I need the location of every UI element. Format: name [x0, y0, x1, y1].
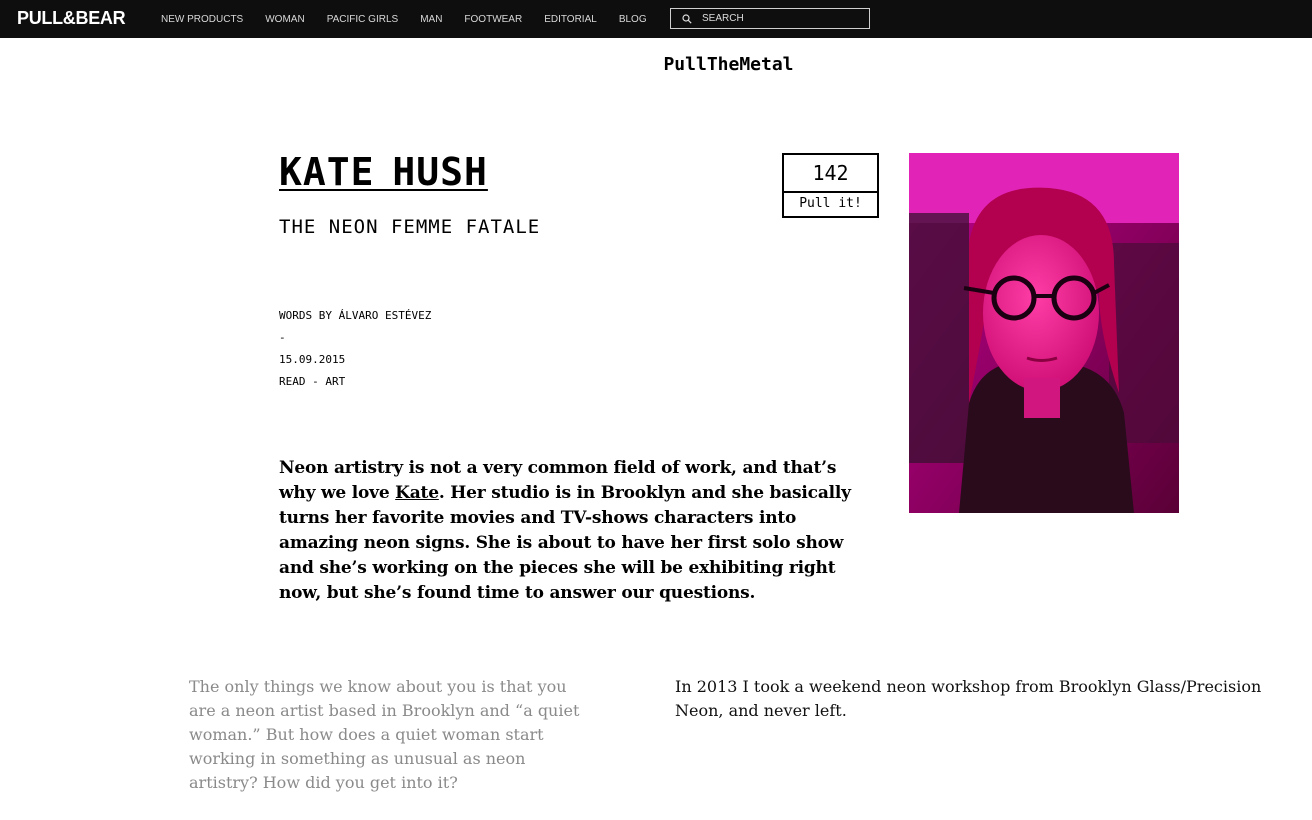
search-box[interactable] — [670, 8, 870, 29]
article-intro: Neon artistry is not a very common field… — [279, 456, 864, 606]
nav-man[interactable]: MAN — [420, 14, 442, 25]
nav-pacific-girls[interactable]: PACIFIC GIRLS — [327, 14, 399, 25]
article-title[interactable]: KATE HUSH — [279, 150, 488, 194]
top-navigation-bar: PULL&BEAR NEW PRODUCTS WOMAN PACIFIC GIR… — [0, 0, 1312, 38]
article-subtitle: THE NEON FEMME FATALE — [279, 216, 541, 238]
article-meta: WORDS BY ÁLVARO ESTÉVEZ - 15.09.2015 REA… — [279, 305, 431, 393]
interview-question: The only things we know about you is tha… — [189, 677, 580, 792]
nav-editorial[interactable]: EDITORIAL — [544, 14, 597, 25]
nav-new-products[interactable]: NEW PRODUCTS — [161, 14, 243, 25]
nav-blog[interactable]: BLOG — [619, 14, 647, 25]
brand-logo[interactable]: PULL&BEAR — [17, 8, 126, 29]
main-nav: NEW PRODUCTS WOMAN PACIFIC GIRLS MAN FOO… — [161, 0, 669, 38]
interview-answer: In 2013 I took a weekend neon workshop f… — [675, 677, 1262, 720]
publish-date: 15.09.2015 — [279, 353, 346, 366]
pull-count: 142 — [784, 155, 877, 193]
portrait-illustration — [909, 153, 1179, 513]
byline: WORDS BY ÁLVARO ESTÉVEZ — [279, 309, 432, 322]
kate-link[interactable]: Kate — [395, 483, 439, 503]
search-icon — [682, 13, 692, 24]
pull-it-button[interactable]: Pull it! — [784, 193, 877, 216]
nav-footwear[interactable]: FOOTWEAR — [464, 14, 522, 25]
meta-separator: - — [279, 331, 286, 344]
search-input[interactable] — [702, 13, 862, 24]
site-title[interactable]: PullTheMetal — [0, 54, 1312, 75]
article-category[interactable]: READ - ART — [279, 371, 431, 393]
pull-counter: 142 Pull it! — [782, 153, 879, 218]
artist-portrait-photo — [909, 153, 1179, 513]
nav-woman[interactable]: WOMAN — [265, 14, 304, 25]
